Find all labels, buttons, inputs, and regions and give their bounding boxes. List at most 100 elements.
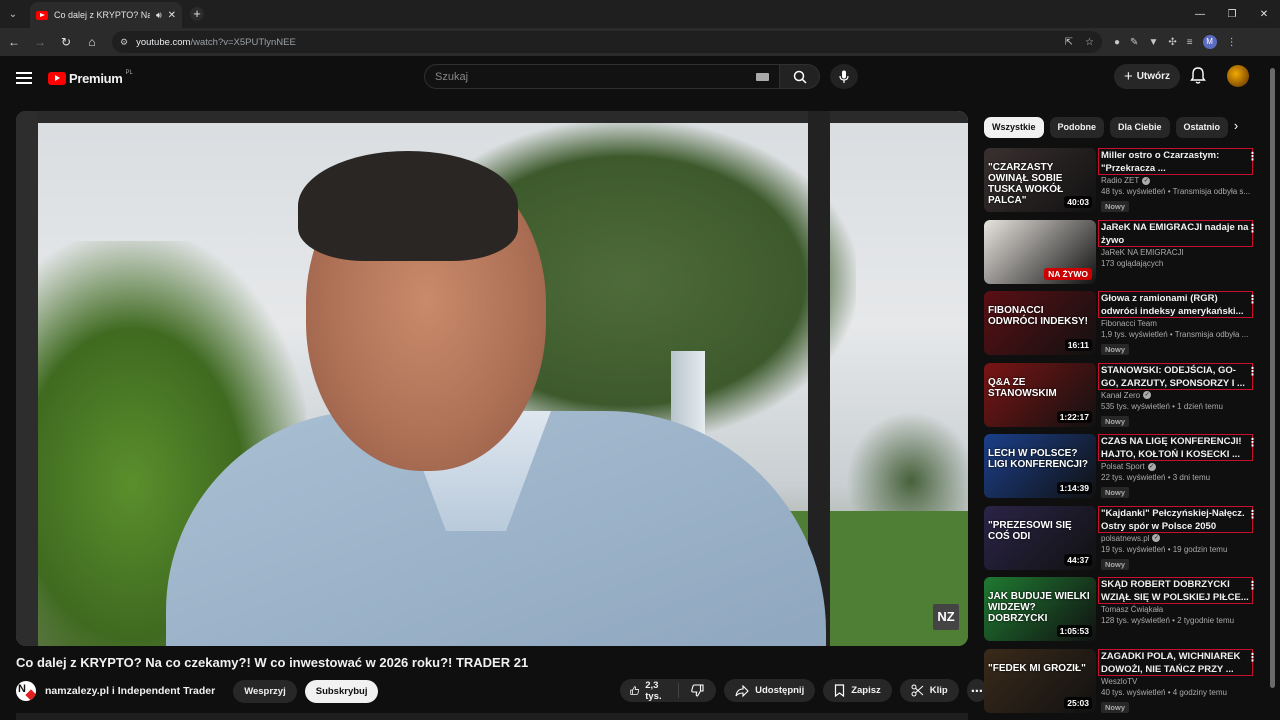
tab-close-icon[interactable]: ✕ [168, 10, 176, 21]
video-title-link[interactable]: CZAS NA LIGĘ KONFERENCJI! HAJTO, KOŁTOŃ … [1098, 434, 1253, 461]
video-title-link[interactable]: "Kajdanki" Pełczyńskiej-Nałęcz. Ostry sp… [1098, 505, 1253, 533]
bookmark-star-icon[interactable]: ☆ [1085, 37, 1094, 48]
site-info-icon[interactable]: ⚙ [120, 37, 128, 48]
forward-button[interactable]: → [28, 30, 52, 54]
video-title-link[interactable]: ZAGADKI POLA, WICHNIAREK DOWOŻI, NIE TAŃ… [1098, 648, 1253, 676]
chip-all[interactable]: Wszystkie [984, 116, 1044, 138]
like-button[interactable]: 2,3 tys. [620, 680, 680, 702]
channel-avatar[interactable] [16, 681, 36, 701]
channel-line: WeszloTV [1101, 677, 1246, 686]
channel-name[interactable]: WeszloTV [1101, 677, 1137, 686]
browser-menu-icon[interactable]: ⋮ [1227, 37, 1237, 48]
extensions-puzzle-icon[interactable]: ✣ [1168, 37, 1176, 48]
dislike-button[interactable] [679, 684, 716, 697]
channel-name[interactable]: Tomasz Ćwiąkała [1101, 605, 1163, 614]
video-thumbnail[interactable]: "FEDEK MI GROZIŁ" 25:03 [984, 648, 1096, 713]
home-button[interactable]: ⌂ [80, 30, 104, 54]
chip-recent[interactable]: Ostatnio [1175, 116, 1229, 138]
share-button[interactable]: Udostępnij [724, 679, 816, 702]
recommendation-item[interactable]: FIBONACCI ODWRÓCI INDEKSY! 16:11 Głowa z… [984, 291, 1258, 363]
video-title-link[interactable]: SKĄD ROBERT DOBRZYCKI WZIĄŁ SIĘ W POLSKI… [1098, 577, 1253, 604]
recommendation-item[interactable]: "CZARZASTY OWINĄŁ SOBIE TUSKA WOKÓŁ PALC… [984, 148, 1258, 220]
channel-name[interactable]: Radio ZET [1101, 176, 1139, 185]
page-scrollbar[interactable] [1270, 68, 1275, 688]
video-thumbnail[interactable]: FIBONACCI ODWRÓCI INDEKSY! 16:11 [984, 291, 1096, 355]
more-options-icon[interactable]: ⋮ [1247, 222, 1258, 235]
more-options-icon[interactable]: ⋮ [1247, 508, 1258, 521]
support-button[interactable]: Wesprzyj [233, 679, 297, 703]
search-input[interactable] [435, 70, 756, 83]
more-options-icon[interactable]: ⋮ [1247, 651, 1258, 664]
video-title-link[interactable]: Głowa z ramionami (RGR) odwróci indeksy … [1098, 291, 1253, 318]
profile-avatar-icon[interactable]: M [1202, 35, 1217, 49]
extension-icon-1[interactable]: ● [1114, 37, 1120, 48]
chip-related[interactable]: Podobne [1049, 116, 1105, 138]
new-badge: Nowy [1101, 701, 1130, 713]
page-bottom-strip [16, 713, 968, 720]
more-options-icon[interactable]: ⋮ [1247, 436, 1258, 449]
media-controls-icon[interactable]: ≡ [1187, 37, 1193, 48]
more-options-icon[interactable]: ⋮ [1247, 293, 1258, 306]
channel-name[interactable]: Kanał Zero [1101, 391, 1140, 400]
recommendation-item[interactable]: LECH W POLSCE? LIGI KONFERENCJI? 1:14:39… [984, 434, 1258, 506]
video-title-link[interactable]: Miller ostro o Czarzastym: "Przekracza .… [1098, 148, 1253, 175]
channel-name[interactable]: Fibonacci Team [1101, 319, 1157, 328]
video-thumbnail[interactable]: LECH W POLSCE? LIGI KONFERENCJI? 1:14:39 [984, 434, 1096, 498]
notifications-bell-icon[interactable] [1190, 66, 1206, 86]
video-thumbnail[interactable]: Q&A ZE STANOWSKIM 1:22:17 [984, 362, 1096, 427]
video-title-link[interactable]: STANOWSKI: ODEJŚCIA, GO-GO, ZARZUTY, SPO… [1098, 362, 1253, 390]
guide-menu-icon[interactable] [16, 72, 32, 84]
extension-icon-3[interactable]: ▼ [1148, 37, 1158, 48]
recommendation-item[interactable]: NA ŻYWO JaReK NA EMIGRACJI nadaje na żyw… [984, 219, 1258, 292]
search-button[interactable] [780, 64, 820, 89]
more-options-icon[interactable]: ⋮ [1247, 365, 1258, 378]
channel-name[interactable]: namzalezy.pl i Independent Trader [45, 685, 215, 697]
video-thumbnail[interactable]: JAK BUDUJE WIELKI WIDZEW? DOBRZYCKI 1:05… [984, 577, 1096, 641]
channel-name[interactable]: Polsat Sport [1101, 462, 1145, 471]
clip-button[interactable]: Klip [899, 679, 959, 702]
recommendation-item[interactable]: "Prezesowi się coś odi 44:37 "Kajdanki" … [984, 505, 1258, 578]
youtube-favicon-icon [36, 10, 48, 20]
video-frame-pillar-left [16, 111, 38, 646]
window-close-icon[interactable]: ✕ [1248, 9, 1280, 20]
like-dislike-group: 2,3 tys. [620, 679, 717, 702]
keyboard-icon[interactable] [756, 72, 769, 81]
youtube-premium-logo[interactable]: Premium PL [48, 70, 133, 86]
plus-icon: + [1123, 68, 1133, 85]
browser-tab-active[interactable]: Co dalej z KRYPTO? Na co czekamy?! W co … [30, 2, 182, 28]
chips-next-arrow-icon[interactable]: › [1228, 118, 1244, 136]
channel-name[interactable]: polsatnews.pl [1101, 534, 1149, 543]
recommendation-item[interactable]: "FEDEK MI GROZIŁ" 25:03 ZAGADKI POLA, WI… [984, 648, 1258, 720]
reload-button[interactable]: ↻ [54, 30, 78, 54]
channel-row: namzalezy.pl i Independent Trader Wesprz… [16, 679, 987, 703]
account-avatar[interactable] [1227, 65, 1249, 87]
restore-icon[interactable]: ❐ [1216, 9, 1248, 20]
channel-watermark[interactable]: NZ [933, 604, 959, 630]
minimize-icon[interactable]: — [1184, 9, 1216, 20]
address-bar[interactable]: ⚙ youtube.com/watch?v=X5PUTlynNEE ⇱ ☆ [112, 31, 1102, 53]
back-button[interactable]: ← [2, 30, 26, 54]
video-thumbnail[interactable]: "CZARZASTY OWINĄŁ SOBIE TUSKA WOKÓŁ PALC… [984, 148, 1096, 212]
extension-icon-2[interactable]: ✎ [1130, 37, 1138, 48]
scissors-icon [911, 684, 924, 697]
install-app-icon[interactable]: ⇱ [1065, 37, 1073, 48]
video-meta: Miller ostro o Czarzastym: "Przekracza .… [1098, 148, 1258, 220]
recommendation-item[interactable]: Q&A ZE STANOWSKIM 1:22:17 STANOWSKI: ODE… [984, 362, 1258, 435]
video-title-link[interactable]: JaReK NA EMIGRACJI nadaje na żywo [1098, 219, 1253, 247]
tab-search-icon[interactable]: ⌄ [0, 0, 26, 28]
more-options-icon[interactable]: ⋮ [1247, 579, 1258, 592]
more-options-icon[interactable]: ⋮ [1247, 150, 1258, 163]
create-button[interactable]: + Utwórz [1114, 64, 1180, 89]
chip-for-you[interactable]: Dla Ciebie [1110, 116, 1170, 138]
video-thumbnail[interactable]: "Prezesowi się coś odi 44:37 [984, 505, 1096, 570]
video-player[interactable]: NZ [16, 111, 968, 646]
video-thumbnail[interactable]: NA ŻYWO [984, 219, 1096, 284]
recommendation-item[interactable]: JAK BUDUJE WIELKI WIDZEW? DOBRZYCKI 1:05… [984, 577, 1258, 649]
new-tab-button[interactable]: + [190, 7, 204, 21]
speaker-icon[interactable]: 🔊︎ [156, 10, 162, 21]
subscribe-button[interactable]: Subskrybuj [304, 679, 379, 703]
channel-name[interactable]: JaReK NA EMIGRACJI [1101, 248, 1184, 257]
voice-search-button[interactable] [830, 64, 858, 89]
save-button[interactable]: Zapisz [823, 679, 892, 702]
new-badge: Nowy [1101, 344, 1130, 355]
